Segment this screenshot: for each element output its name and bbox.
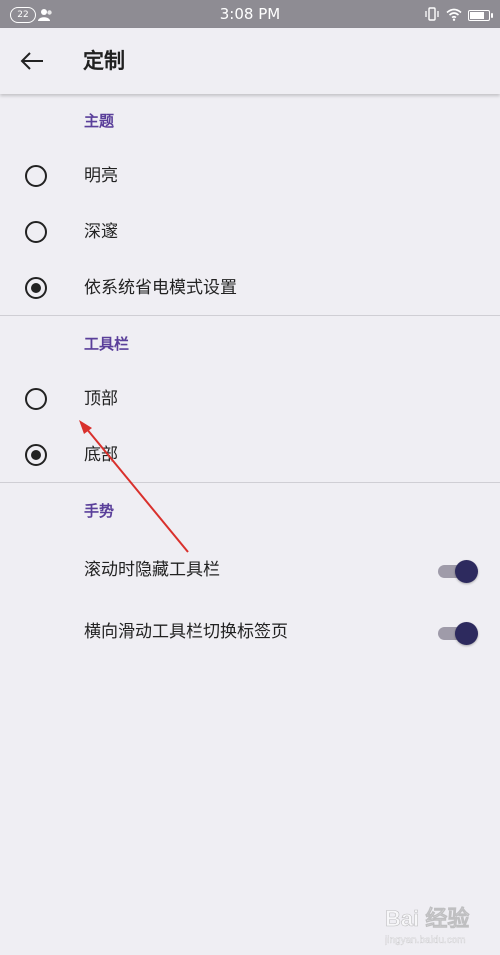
status-bar: 22 3:08 PM [0,0,500,28]
watermark-text: Bai 经验 [385,906,469,931]
radio-button-checked[interactable] [25,444,47,466]
divider [0,315,500,316]
battery-icon [468,10,493,21]
radio-button[interactable] [25,388,47,410]
theme-option-system[interactable]: 依系统省电模式设置 [0,264,500,312]
watermark-url: jingyan.baidu.com [385,935,466,946]
toggle-label: 滚动时隐藏工具栏 [84,560,220,580]
toggle-label: 横向滑动工具栏切换标签页 [84,622,288,642]
radio-button-checked[interactable] [25,277,47,299]
section-header-theme: 主题 [84,112,115,130]
theme-option-light[interactable]: 明亮 [0,152,500,200]
gesture-toggle-swipe-tabs[interactable]: 横向滑动工具栏切换标签页 [0,608,500,656]
toolbar-option-bottom[interactable]: 底部 [0,431,500,479]
option-label: 依系统省电模式设置 [84,278,237,298]
theme-option-dark[interactable]: 深邃 [0,208,500,256]
watermark-logo: Bai 经验 jingyan.baidu.com [384,898,495,948]
gesture-toggle-hide-toolbar[interactable]: 滚动时隐藏工具栏 [0,546,500,594]
radio-button[interactable] [25,165,47,187]
option-label: 底部 [84,445,118,465]
section-header-gestures: 手势 [84,502,115,520]
option-label: 明亮 [84,166,118,186]
toolbar-option-top[interactable]: 顶部 [0,375,500,423]
option-label: 顶部 [84,389,118,409]
divider [0,482,500,483]
toggle-switch[interactable] [438,622,478,645]
radio-button[interactable] [25,221,47,243]
section-header-toolbar: 工具栏 [84,335,130,353]
app-bar: 定制 [0,28,500,94]
vibrate-icon [424,6,440,25]
toggle-switch[interactable] [438,560,478,583]
arrow-left-icon [20,52,43,70]
page-title: 定制 [83,49,125,73]
option-label: 深邃 [84,222,118,242]
back-button[interactable] [14,45,50,77]
wifi-icon [446,6,462,25]
